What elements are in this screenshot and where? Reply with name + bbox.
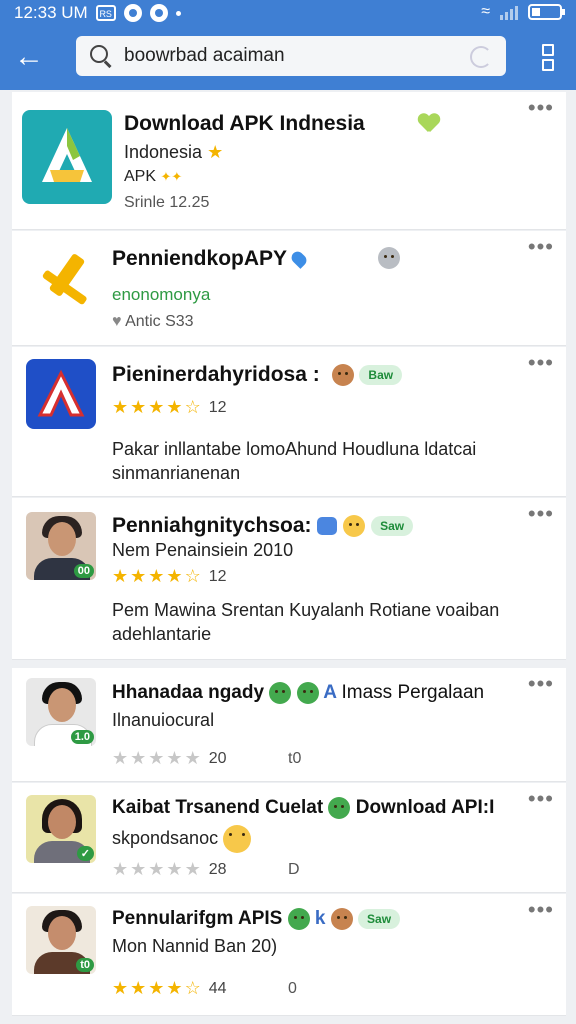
green-emoji-icon: [296, 682, 319, 704]
emoji-icon: [378, 247, 400, 269]
avatar-badge-icon: ✓: [76, 846, 94, 861]
chat-icon: [123, 4, 142, 22]
avatar-badge: t0: [76, 958, 94, 972]
back-button[interactable]: ←: [14, 42, 54, 76]
app-title: Pieninerdahyridosa :: [112, 363, 320, 386]
app-title: Penniahgnitychsoa:: [112, 514, 312, 537]
avatar-badge: 00: [73, 564, 94, 578]
extra-count: D: [288, 861, 300, 878]
emoji-icon: [331, 364, 354, 387]
status-bar: 12:33 UM RS ≈: [0, 0, 576, 28]
app-description: Pem Mawina Srentan Kuyalanh Rotiane voai…: [112, 600, 500, 644]
heart-outline-icon: ♥: [112, 313, 122, 330]
smile-emoji-icon: [223, 825, 252, 853]
app-avatar: 1.0: [26, 678, 96, 746]
app-title: Hhanadaa ngady: [112, 682, 265, 704]
app-title: Download APK Indnesia: [124, 112, 365, 135]
more-options-icon[interactable]: •••: [528, 899, 554, 921]
star-icon: ★: [207, 142, 224, 162]
menu-icon-part: [542, 59, 554, 71]
app-subtitle: Mon Nannid Ban 20): [112, 936, 278, 956]
app-description: Pakar inllantabe lomoAhund Houdluna ldat…: [112, 439, 477, 483]
app-subtitle: Ilnanuiocural: [112, 710, 215, 730]
emoji-icon: [330, 908, 353, 930]
app-title-extra: Imass Pergalaan: [341, 682, 485, 704]
status-time: 12:33 UM: [14, 3, 88, 22]
rating-count: 12: [208, 567, 227, 585]
app-subtitle: Nem Penainsiein 2010: [112, 540, 294, 560]
star-rating: ★ ★ ★ ★ ☆ 12: [112, 397, 227, 417]
app-list-item[interactable]: ✓ Kaibat Trsanend Cuelat Download API:I …: [12, 783, 566, 893]
signal-icon: [500, 4, 518, 20]
app-icon: [26, 359, 96, 429]
app-meta: Antic S33: [125, 313, 194, 330]
hammer-icon: [42, 254, 87, 305]
app-list-item[interactable]: PenniendkopAPY enonomonya ♥ Antic S33 ••…: [12, 231, 566, 346]
status-badge: Baw: [359, 365, 403, 386]
green-emoji-icon: [328, 797, 351, 819]
search-icon: [90, 45, 108, 63]
rating-count: 20: [208, 749, 227, 767]
menu-icon-part: [542, 44, 554, 56]
more-options-icon[interactable]: •••: [528, 236, 554, 258]
rating-count: 44: [208, 979, 227, 997]
extra-count: t0: [288, 750, 302, 767]
app-icon: [22, 110, 112, 204]
menu-button[interactable]: [538, 44, 558, 71]
app-meta: Srinle 12.25: [124, 194, 210, 211]
app-subtitle: Indonesia: [124, 142, 203, 162]
app-title: PenniendkopAPY: [112, 247, 288, 270]
sparkle-icon: ✦✦: [160, 169, 183, 184]
rating-count: 28: [208, 860, 227, 878]
app-list-item[interactable]: t0 Pennularifgm APIS k Saw Mon Nannid Ba…: [12, 894, 566, 1016]
letter-k-icon: k: [314, 908, 326, 930]
extra-count: 0: [288, 980, 297, 997]
app-avatar: ✓: [26, 795, 96, 863]
search-input[interactable]: boowrbad acaiman: [76, 36, 506, 76]
notification-dot-icon: [175, 10, 181, 16]
app-avatar: t0: [26, 906, 96, 974]
search-query: boowrbad acaiman: [124, 45, 285, 66]
app-list-item[interactable]: Pieninerdahyridosa : Baw ★ ★ ★ ★ ☆ 12 Pakar …: [12, 347, 566, 497]
star-rating: ★ ★ ★ ★ ★ 28: [112, 859, 227, 879]
star-rating: ★ ★ ★ ★ ☆ 12: [112, 566, 227, 586]
green-emoji-icon: [287, 908, 310, 930]
app-subtitle: enonomonya: [112, 285, 211, 304]
status-badge: Saw: [371, 516, 414, 537]
refresh-icon[interactable]: [470, 46, 492, 68]
chat-bubble-icon: [317, 517, 338, 536]
smile-emoji-icon: [343, 515, 366, 538]
more-options-icon[interactable]: •••: [528, 352, 554, 374]
more-options-icon[interactable]: •••: [528, 97, 554, 119]
green-emoji-icon: [269, 682, 292, 704]
app-list-item[interactable]: 00 Penniahgnitychsoa: Saw Nem Penainsiei…: [12, 498, 566, 660]
letter-a-logo-icon: [37, 369, 85, 417]
wifi-icon: ≈: [481, 3, 490, 20]
status-badge: Saw: [358, 909, 401, 929]
letter-a-icon: A: [323, 682, 337, 704]
rating-count: 12: [208, 398, 227, 416]
avatar-badge: 1.0: [70, 730, 94, 744]
notification-box-icon: RS: [95, 5, 116, 21]
app-title-extra: Download API:I: [355, 797, 495, 819]
more-options-icon[interactable]: •••: [528, 503, 554, 525]
app-subtitle: skpondsanoc: [112, 827, 219, 848]
app-avatar: 00: [26, 512, 96, 580]
app-type: APK: [124, 168, 157, 185]
apk-logo-icon: [42, 128, 92, 182]
more-options-icon[interactable]: •••: [528, 673, 554, 695]
more-options-icon[interactable]: •••: [528, 788, 554, 810]
star-rating: ★ ★ ★ ★ ★ 20: [112, 748, 227, 768]
app-list-item[interactable]: 1.0 Hhanadaa ngady A Imass Pergalaan Iln…: [12, 668, 566, 782]
app-title: Kaibat Trsanend Cuelat: [112, 797, 324, 819]
app-bar: ← boowrbad acaiman: [0, 28, 576, 90]
sync-icon: [149, 4, 168, 22]
battery-icon: [528, 4, 565, 20]
heart-icon: [418, 114, 440, 134]
app-title: Pennularifgm APIS: [112, 908, 283, 930]
app-list-item[interactable]: Download APK Indnesia Indonesia ★ APK ✦✦…: [12, 92, 566, 230]
location-pin-icon: [289, 249, 309, 270]
star-rating: ★ ★ ★ ★ ☆ 44: [112, 978, 227, 998]
